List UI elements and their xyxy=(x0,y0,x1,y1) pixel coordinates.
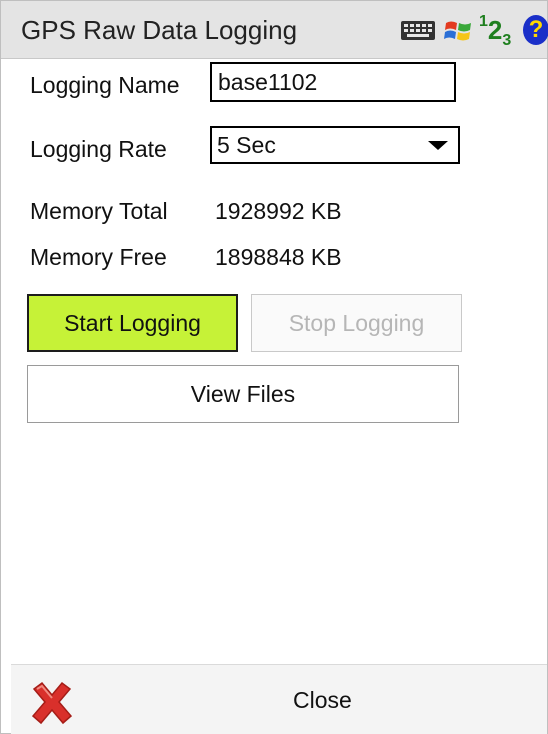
memory-total-label: Memory Total xyxy=(30,198,168,224)
memory-free-value: 1898848 KB xyxy=(215,244,342,270)
input-mode-123-icon[interactable]: 123 xyxy=(479,13,511,49)
start-logging-label: Start Logging xyxy=(64,309,201,336)
close-button[interactable]: Close xyxy=(293,687,352,714)
keyboard-icon[interactable] xyxy=(401,21,435,40)
view-files-button[interactable]: View Files xyxy=(27,365,459,423)
close-icon[interactable] xyxy=(28,679,76,727)
logging-name-label: Logging Name xyxy=(30,72,180,98)
help-icon[interactable]: ? xyxy=(523,15,548,45)
window-title: GPS Raw Data Logging xyxy=(21,15,298,45)
logging-rate-label: Logging Rate xyxy=(30,136,167,162)
start-logging-button[interactable]: Start Logging xyxy=(27,294,238,352)
logging-rate-selected-value: 5 Sec xyxy=(217,132,276,158)
memory-total-value: 1928992 KB xyxy=(215,198,342,224)
windows-flag-icon[interactable] xyxy=(443,15,475,47)
logging-name-input[interactable] xyxy=(212,64,448,100)
memory-free-label: Memory Free xyxy=(30,244,167,270)
bottom-command-bar: Close xyxy=(11,664,547,734)
stop-logging-label: Stop Logging xyxy=(288,309,425,336)
dropdown-arrow-icon[interactable] xyxy=(428,141,448,150)
logging-name-field[interactable] xyxy=(210,62,456,102)
stop-logging-button[interactable]: Stop Logging xyxy=(251,294,462,352)
logging-rate-dropdown[interactable]: 5 Sec xyxy=(210,126,460,164)
title-bar: GPS Raw Data Logging 123 ? xyxy=(1,1,548,59)
view-files-label: View Files xyxy=(190,380,296,407)
